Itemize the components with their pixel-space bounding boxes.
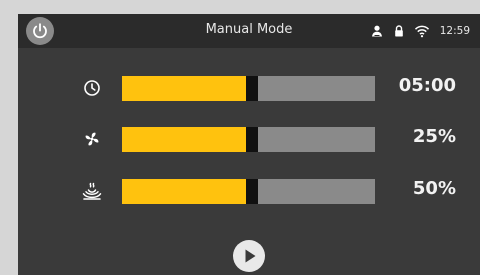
clock-time: 12:59 [439,25,470,37]
heat-slider-handle[interactable] [246,179,258,204]
play-icon [245,249,256,263]
heat-control-row: 50% [18,177,480,205]
heat-value: 50% [412,178,456,199]
fan-slider-handle[interactable] [246,127,258,152]
wifi-icon [414,25,429,38]
play-button[interactable] [233,240,265,272]
timer-control-row: 05:00 [18,74,480,102]
user-icon [371,25,382,37]
fan-icon [85,132,99,146]
heat-slider[interactable] [122,179,375,204]
device-screen: Manual Mode 12:59 05:00 25% 50% [18,14,480,275]
heat-waves-icon [82,182,102,200]
lock-icon [394,25,403,37]
heat-slider-fill [122,179,246,204]
timer-slider-handle[interactable] [246,76,258,101]
timer-slider-fill [122,76,246,101]
clock-icon [84,80,100,96]
status-bar: Manual Mode 12:59 [18,14,480,48]
fan-value: 25% [412,126,456,147]
timer-slider[interactable] [122,76,375,101]
fan-control-row: 25% [18,125,480,153]
fan-slider[interactable] [122,127,375,152]
fan-slider-fill [122,127,246,152]
status-icons: 12:59 [370,23,470,39]
timer-value: 05:00 [398,75,456,96]
